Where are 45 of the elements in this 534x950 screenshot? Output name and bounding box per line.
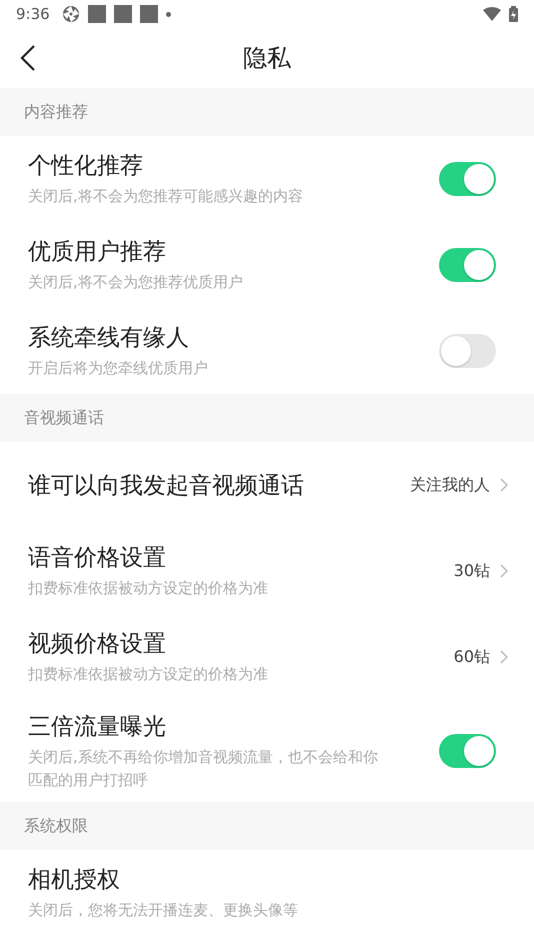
toggle-switch[interactable] — [439, 248, 496, 282]
chevron-right-icon — [500, 478, 508, 492]
row-description: 扣费标准依据被动方设定的价格为准 — [28, 578, 269, 600]
row-value: 关注我的人 — [410, 474, 490, 496]
chevron-right-icon — [500, 650, 508, 664]
settings-row[interactable]: 系统牵线有缘人 开启后将为您牵线优质用户 — [0, 308, 534, 394]
status-time: 9:36 — [16, 5, 50, 23]
settings-row[interactable]: 视频价格设置 扣费标准依据被动方设定的价格为准 60钻 — [0, 614, 534, 700]
notification-icon — [114, 5, 132, 23]
notification-icon — [88, 5, 106, 23]
dot-icon — [166, 12, 171, 16]
row-value: 60钻 — [454, 646, 490, 668]
row-title: 谁可以向我发起音视频通话 — [28, 472, 305, 500]
row-description: 关闭后,将不会为您推荐可能感兴趣的内容 — [28, 186, 304, 208]
settings-row[interactable]: 谁可以向我发起音视频通话 关注我的人 — [0, 442, 534, 528]
row-description: 开启后将为您牵线优质用户 — [28, 358, 209, 380]
settings-row[interactable]: 优质用户推荐 关闭后,将不会为您推荐优质用户 — [0, 222, 534, 308]
battery-icon — [509, 6, 518, 22]
notification-icon — [140, 5, 158, 23]
settings-row[interactable]: 个性化推荐 关闭后,将不会为您推荐可能感兴趣的内容 — [0, 136, 534, 222]
section-title: 系统权限 — [24, 816, 88, 836]
row-title: 优质用户推荐 — [28, 238, 167, 268]
row-description: 关闭后,将不会为您推荐优质用户 — [28, 272, 244, 294]
wifi-icon — [483, 7, 501, 21]
row-title: 个性化推荐 — [28, 152, 144, 182]
aperture-icon — [62, 5, 80, 23]
row-description: 扣费标准依据被动方设定的价格为准 — [28, 664, 269, 686]
row-title: 视频价格设置 — [28, 630, 167, 660]
row-title: 系统牵线有缘人 — [28, 324, 190, 354]
toggle-switch[interactable] — [439, 334, 496, 368]
chevron-right-icon — [500, 564, 508, 578]
settings-row[interactable]: 语音价格设置 扣费标准依据被动方设定的价格为准 30钻 — [0, 528, 534, 614]
row-title: 语音价格设置 — [28, 544, 167, 574]
toggle-switch[interactable] — [439, 162, 496, 196]
row-title: 相机授权 — [28, 866, 121, 896]
page-title: 隐私 — [243, 43, 291, 74]
toggle-switch[interactable] — [439, 734, 496, 768]
section-title: 音视频通话 — [24, 408, 104, 428]
row-description: 关闭后，您将无法开播连麦、更换头像等 — [28, 900, 299, 922]
row-value: 30钻 — [454, 560, 490, 582]
row-title: 三倍流量曝光 — [28, 713, 167, 742]
settings-row[interactable]: 相机授权 关闭后，您将无法开播连麦、更换头像等 — [0, 850, 534, 936]
settings-row[interactable]: 三倍流量曝光 关闭后,系统不再给你增加音视频流量，也不会给和你匹配的用户打招呼 — [0, 700, 534, 802]
row-description: 关闭后,系统不再给你增加音视频流量，也不会给和你匹配的用户打招呼 — [28, 747, 378, 790]
section-title: 内容推荐 — [24, 102, 88, 122]
